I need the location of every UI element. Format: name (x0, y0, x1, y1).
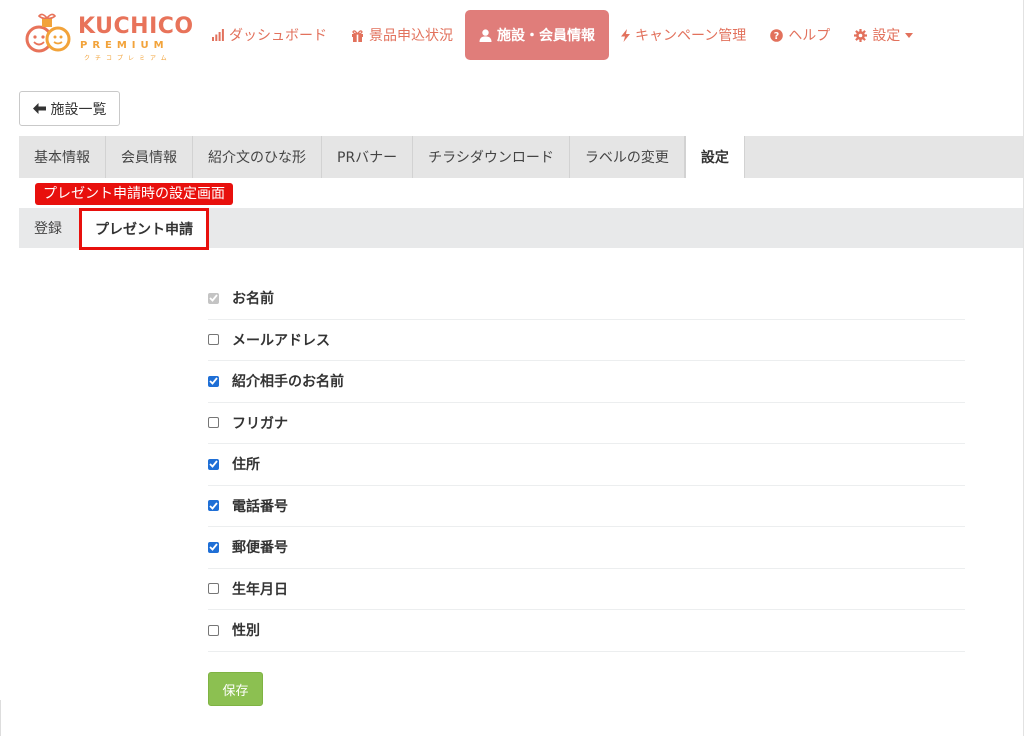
nav-help-label: ヘルプ (788, 28, 831, 44)
nav-campaign-management-label: キャンペーン管理 (635, 28, 747, 44)
field-row-gender: 性別 (208, 610, 965, 652)
nav-settings-label: 設定 (872, 28, 901, 44)
checkbox-email[interactable] (208, 334, 219, 346)
tab-member-info[interactable]: 会員情報 (106, 136, 193, 178)
question-circle-icon: ? (770, 28, 784, 42)
checkbox-referral-name[interactable] (208, 375, 219, 387)
field-row-phone: 電話番号 (208, 486, 965, 527)
field-label-address: 住所 (232, 457, 260, 474)
save-button[interactable]: 保存 (208, 672, 263, 706)
bar-chart-icon (212, 29, 224, 41)
nav-prize-status-label: 景品申込状況 (369, 28, 453, 44)
nav-facility-member-info[interactable]: 施設・会員情報 (465, 10, 609, 60)
gear-icon (854, 28, 868, 42)
field-settings-list: お名前 メールアドレス 紹介相手のお名前 フリガナ 住所 電話番号 郵便番号 生… (208, 278, 965, 652)
logo-kana: クチコプレミアム (84, 55, 172, 62)
field-label-postal-code: 郵便番号 (232, 540, 288, 557)
nav-prize-status[interactable]: 景品申込状況 (339, 10, 465, 60)
nav-dashboard[interactable]: ダッシュボード (200, 10, 339, 60)
tab-pr-banner[interactable]: PRバナー (322, 136, 414, 178)
field-row-address: 住所 (208, 444, 965, 486)
subtab-present-application[interactable]: プレゼント申請 (79, 208, 209, 250)
subtab-registration[interactable]: 登録 (34, 208, 62, 248)
field-label-gender: 性別 (232, 623, 260, 640)
field-label-birthdate: 生年月日 (232, 581, 288, 598)
tab-basic-info[interactable]: 基本情報 (19, 136, 106, 178)
field-row-name: お名前 (208, 278, 965, 320)
checkbox-postal-code[interactable] (208, 541, 219, 553)
field-label-furigana: フリガナ (232, 415, 288, 432)
field-label-phone: 電話番号 (232, 498, 288, 515)
header: KUCHICO PREMIUM クチコプレミアム ダッシュボード 景品申込状況 … (0, 0, 1024, 72)
arrow-left-icon (32, 103, 46, 114)
checkbox-furigana[interactable] (208, 417, 219, 429)
svg-text:?: ? (774, 31, 780, 42)
sub-tabs: 登録 プレゼント申請 (19, 208, 1024, 250)
back-button-label: 施設一覧 (50, 101, 107, 118)
field-row-postal-code: 郵便番号 (208, 527, 965, 569)
logo-subtitle: PREMIUM (80, 40, 169, 51)
logo[interactable]: KUCHICO PREMIUM クチコプレミアム (24, 10, 193, 62)
tab-intro-template[interactable]: 紹介文のひな形 (193, 136, 322, 178)
nav-dashboard-label: ダッシュボード (229, 28, 327, 44)
gift-icon (351, 29, 364, 42)
checkbox-phone[interactable] (208, 500, 219, 512)
user-icon (479, 28, 492, 42)
bolt-icon (621, 28, 630, 42)
logo-text: KUCHICO (78, 14, 194, 39)
field-row-birthdate: 生年月日 (208, 569, 965, 610)
left-edge (0, 700, 1, 736)
nav-facility-member-info-label: 施設・会員情報 (497, 28, 595, 44)
checkbox-gender[interactable] (208, 624, 219, 636)
field-row-furigana: フリガナ (208, 403, 965, 444)
field-label-email: メールアドレス (232, 332, 330, 349)
annotation-label: プレゼント申請時の設定画面 (35, 183, 233, 205)
field-row-email: メールアドレス (208, 320, 965, 361)
back-to-facility-list-button[interactable]: 施設一覧 (19, 91, 120, 126)
tab-flyer-download[interactable]: チラシダウンロード (413, 136, 570, 178)
main-tabs: 基本情報 会員情報 紹介文のひな形 PRバナー チラシダウンロード ラベルの変更… (19, 136, 1024, 178)
logo-mascot-icon (25, 13, 71, 53)
tab-settings[interactable]: 設定 (684, 136, 745, 178)
checkbox-name (208, 292, 219, 304)
main-nav: ダッシュボード 景品申込状況 施設・会員情報 キャンペーン管理 ? ヘルプ 設定 (200, 10, 925, 60)
field-row-referral-name: 紹介相手のお名前 (208, 361, 965, 403)
checkbox-address[interactable] (208, 458, 219, 470)
nav-campaign-management[interactable]: キャンペーン管理 (609, 10, 758, 60)
field-label-name: お名前 (232, 291, 274, 308)
checkbox-birthdate[interactable] (208, 583, 219, 595)
caret-down-icon (905, 32, 914, 38)
field-label-referral-name: 紹介相手のお名前 (232, 374, 344, 391)
nav-help[interactable]: ? ヘルプ (758, 10, 842, 60)
nav-settings[interactable]: 設定 (842, 10, 925, 60)
tab-label-change[interactable]: ラベルの変更 (570, 136, 685, 178)
